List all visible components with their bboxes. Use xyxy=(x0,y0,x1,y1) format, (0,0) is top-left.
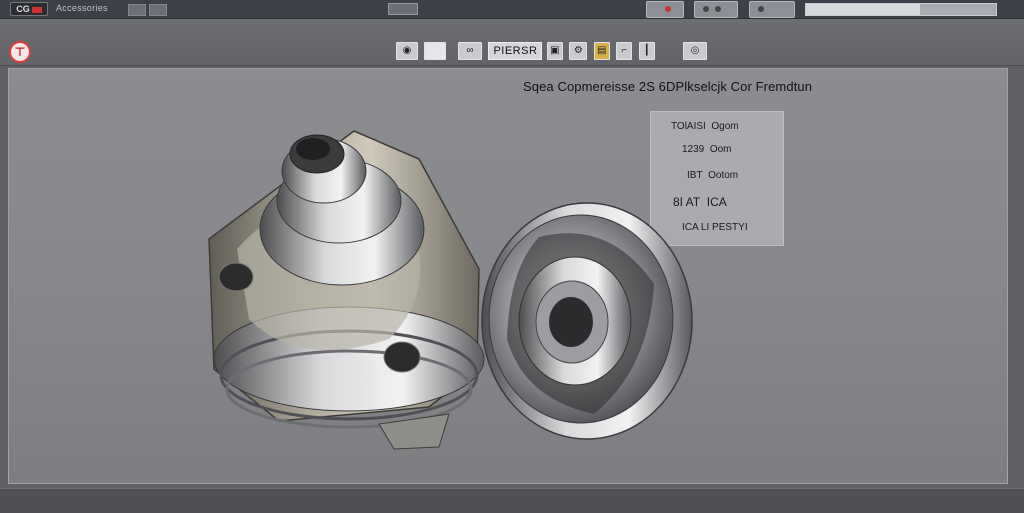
view-button[interactable] xyxy=(748,1,795,18)
settings-icon[interactable]: ⚙ xyxy=(569,42,588,60)
tool-group-main: ∞ PIERSR ▣ ⚙ ▤ ⌐ ┃ xyxy=(458,42,657,60)
camera-icon[interactable]: ◎ xyxy=(683,42,707,60)
lock-icon[interactable]: ▤ xyxy=(593,42,610,60)
toolbar: ⊤ ◉ ∞ PIERSR ▣ ⚙ ▤ ⌐ ┃ ◎ xyxy=(0,19,1024,66)
blank-button[interactable] xyxy=(424,42,447,60)
title-tab-2[interactable] xyxy=(149,4,167,16)
pin-icon[interactable]: ┃ xyxy=(638,42,655,60)
cam-button[interactable] xyxy=(694,1,739,18)
progress-fill xyxy=(806,4,921,15)
progress-bar[interactable] xyxy=(805,3,998,16)
status-bar xyxy=(0,488,1024,513)
glasses-icon[interactable]: ∞ xyxy=(458,42,482,60)
window-title: Accessories xyxy=(56,3,108,13)
title-tab-3[interactable] xyxy=(388,3,418,15)
stop-icon[interactable]: ⊤ xyxy=(9,41,31,63)
window-controls xyxy=(646,1,998,19)
tool-group-right: ◎ xyxy=(683,42,709,60)
eye-icon[interactable]: ◉ xyxy=(396,42,418,60)
housing-part[interactable] xyxy=(208,130,485,450)
record-button[interactable] xyxy=(646,1,684,18)
3d-viewport[interactable]: Sqea Copmereisse 2S 6DPlkselcjk Cor Frem… xyxy=(8,68,1008,484)
title-bar: CG Accessories xyxy=(0,0,1024,19)
layer-icon[interactable]: ▣ xyxy=(546,42,563,60)
title-tab-1[interactable] xyxy=(128,4,146,16)
app-logo[interactable]: CG xyxy=(10,2,48,16)
toolbar-label[interactable]: PIERSR xyxy=(488,42,543,60)
measure-icon[interactable]: ⌐ xyxy=(616,42,633,60)
part-render xyxy=(208,130,693,450)
disc-part[interactable] xyxy=(481,202,693,440)
tool-group-left: ◉ xyxy=(396,42,448,60)
